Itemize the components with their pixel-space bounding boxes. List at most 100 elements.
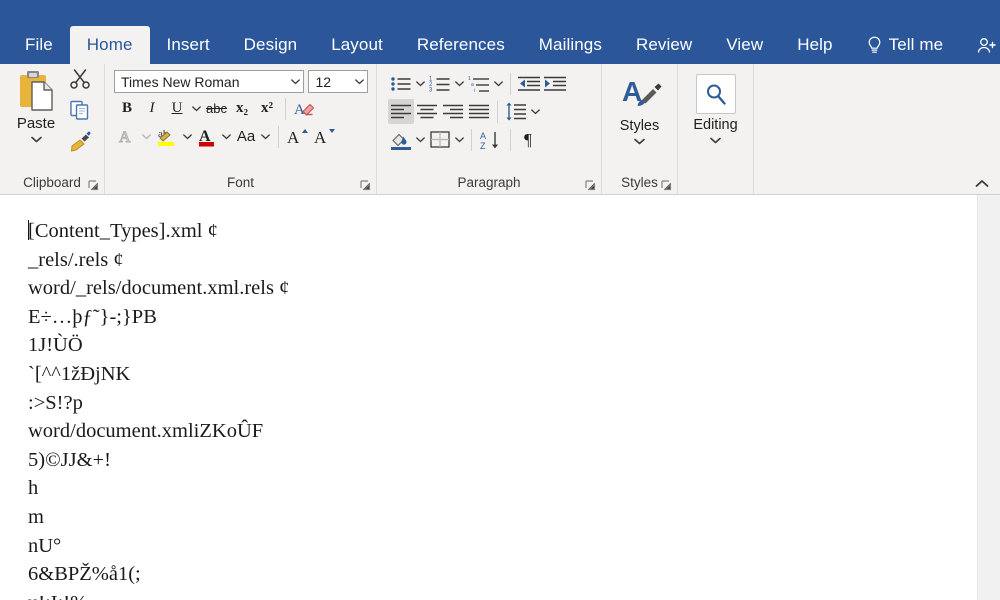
- styles-button[interactable]: A Styles: [608, 68, 671, 145]
- tell-me-button[interactable]: Tell me: [850, 26, 961, 64]
- font-group-body: Times New Roman 12 B I U abc x₂ x² A A a…: [105, 64, 376, 172]
- numbering-chevron-down-icon[interactable]: [453, 71, 466, 96]
- font-size-input[interactable]: 12: [308, 70, 368, 93]
- font-size-value: 12: [315, 73, 332, 90]
- svg-text:A: A: [480, 131, 486, 141]
- paste-label: Paste: [16, 115, 56, 132]
- justify-button[interactable]: [466, 99, 492, 124]
- tab-insert[interactable]: Insert: [150, 26, 227, 64]
- copy-button[interactable]: [69, 99, 91, 121]
- clear-formatting-icon: A: [294, 99, 316, 119]
- show-formatting-marks-button[interactable]: ¶: [516, 127, 540, 152]
- superscript-button[interactable]: x²: [255, 96, 279, 121]
- align-right-button[interactable]: [440, 99, 466, 124]
- bold-button[interactable]: B: [115, 96, 139, 121]
- styles-button-label: Styles: [619, 118, 660, 134]
- grow-font-button[interactable]: A: [285, 124, 311, 149]
- font-name-chevron-down-icon[interactable]: [287, 78, 303, 85]
- borders-chevron-down-icon[interactable]: [453, 127, 466, 152]
- strikethrough-button[interactable]: abc: [204, 96, 229, 121]
- format-painter-button[interactable]: [68, 130, 92, 152]
- paste-chevron-down-icon[interactable]: [30, 136, 42, 143]
- font-color-chevron-down-icon[interactable]: [220, 124, 233, 149]
- numbering-button[interactable]: 123: [427, 71, 453, 96]
- chevron-up-icon: [975, 179, 989, 188]
- clipboard-group-label: Clipboard: [23, 175, 81, 190]
- tab-review[interactable]: Review: [619, 26, 709, 64]
- decrease-indent-button[interactable]: [516, 71, 542, 96]
- shading-button[interactable]: [388, 127, 414, 152]
- subscript-button[interactable]: x₂: [230, 96, 254, 121]
- highlight-chevron-down-icon[interactable]: [181, 124, 194, 149]
- paragraph-align-row: [383, 96, 595, 124]
- tab-mailings[interactable]: Mailings: [522, 26, 619, 64]
- cut-button[interactable]: [69, 68, 91, 90]
- svg-text:Z: Z: [480, 141, 486, 150]
- font-name-input[interactable]: Times New Roman: [114, 70, 305, 93]
- increase-indent-icon: [544, 75, 566, 93]
- editing-chevron-down-icon[interactable]: [710, 137, 721, 144]
- paragraph-dialog-launcher-icon[interactable]: [585, 180, 596, 191]
- share-button[interactable]: Share: [960, 26, 1000, 64]
- editing-group-label-row: [678, 172, 753, 195]
- text-highlight-button[interactable]: ab: [154, 124, 180, 149]
- clipboard-group-body: Paste: [0, 64, 104, 172]
- paste-button[interactable]: Paste: [5, 66, 67, 143]
- shading-icon: [390, 130, 412, 150]
- align-left-button[interactable]: [388, 99, 414, 124]
- svg-text:A: A: [294, 102, 305, 118]
- line-spacing-chevron-down-icon[interactable]: [529, 99, 542, 124]
- tab-references[interactable]: References: [400, 26, 522, 64]
- numbered-list-icon: 123: [429, 75, 451, 93]
- tab-home[interactable]: Home: [69, 26, 150, 64]
- document-line: 6&BPŽ%å1(;: [28, 563, 141, 586]
- text-effects-button[interactable]: A: [115, 124, 139, 149]
- sort-button[interactable]: AZ: [477, 127, 505, 152]
- clipboard-side-buttons: [68, 68, 92, 152]
- scissors-icon: [69, 68, 91, 90]
- italic-button[interactable]: I: [140, 96, 164, 121]
- font-group-label-row: Font: [105, 172, 376, 195]
- document-line: 5)©JJ&+!: [28, 448, 111, 471]
- document-page[interactable]: [Content_Types].xml ¢ _rels/.rels ¢ word…: [0, 195, 978, 600]
- tab-layout[interactable]: Layout: [314, 26, 400, 64]
- text-effects-icon: A: [118, 127, 136, 146]
- document-line: [Content_Types].xml ¢: [28, 217, 978, 246]
- underline-button[interactable]: U: [165, 96, 189, 121]
- vertical-scrollbar[interactable]: [977, 195, 1000, 600]
- editing-icon-box: [695, 74, 736, 114]
- bullets-button[interactable]: [388, 71, 414, 96]
- align-center-icon: [416, 103, 438, 121]
- collapse-ribbon-button[interactable]: [973, 174, 991, 192]
- change-case-chevron-down-icon[interactable]: [259, 124, 272, 149]
- editing-button[interactable]: Editing: [684, 68, 747, 144]
- font-dialog-launcher-icon[interactable]: [360, 180, 371, 191]
- tab-view[interactable]: View: [709, 26, 780, 64]
- tabstrip-right: Tell me Share: [850, 26, 1000, 64]
- shrink-font-button[interactable]: A: [312, 124, 338, 149]
- clipboard-dialog-launcher-icon[interactable]: [88, 180, 99, 191]
- increase-indent-button[interactable]: [542, 71, 568, 96]
- bullets-chevron-down-icon[interactable]: [414, 71, 427, 96]
- clear-formatting-button[interactable]: A: [292, 96, 318, 121]
- font-size-chevron-down-icon[interactable]: [351, 78, 367, 85]
- line-spacing-button[interactable]: [503, 99, 529, 124]
- ribbon-group-editing: Editing: [678, 64, 754, 195]
- styles-dialog-launcher-icon[interactable]: [661, 180, 672, 191]
- tab-design[interactable]: Design: [227, 26, 315, 64]
- document-line: word/document.xmliZKoÛF: [28, 420, 264, 443]
- text-effects-chevron-down-icon[interactable]: [140, 124, 153, 149]
- align-center-button[interactable]: [414, 99, 440, 124]
- tab-help[interactable]: Help: [780, 26, 849, 64]
- paragraph-group-body: 123 1ai A Z ¶: [377, 64, 601, 172]
- font-color-button[interactable]: A: [195, 124, 219, 149]
- shading-chevron-down-icon[interactable]: [414, 127, 427, 152]
- underline-chevron-down-icon[interactable]: [190, 96, 203, 121]
- align-right-icon: [442, 103, 464, 121]
- borders-button[interactable]: [427, 127, 453, 152]
- change-case-button[interactable]: Aa: [234, 124, 258, 149]
- multilevel-list-button[interactable]: 1ai: [466, 71, 492, 96]
- styles-chevron-down-icon[interactable]: [634, 138, 645, 145]
- multilevel-chevron-down-icon[interactable]: [492, 71, 505, 96]
- tab-file[interactable]: File: [8, 26, 70, 64]
